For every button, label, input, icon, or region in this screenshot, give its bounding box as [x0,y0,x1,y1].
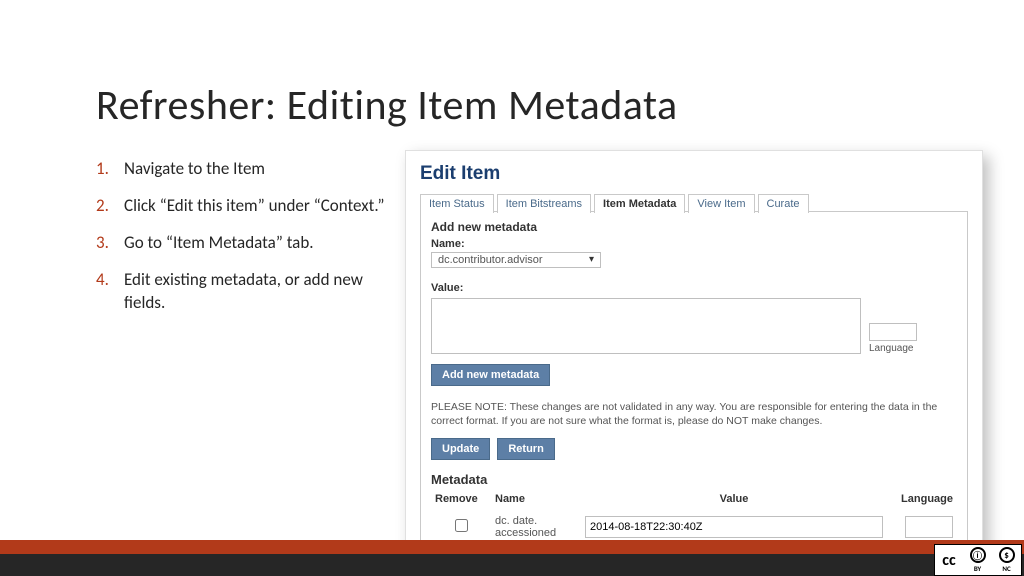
by-label: BY [974,564,981,573]
language-label: Language [869,343,917,354]
cc-logo: cc [935,545,963,575]
metadata-value-input[interactable] [431,298,861,354]
metadata-panel: Add new metadata Name: dc.contributor.ad… [420,211,968,550]
tab-item-bitstreams[interactable]: Item Bitstreams [497,194,591,213]
step-item: Click “Edit this item” under “Context.” [96,195,396,218]
language-input[interactable] [869,323,917,341]
add-metadata-heading: Add new metadata [431,220,957,234]
tab-curate[interactable]: Curate [758,194,809,213]
cc-license-badge: cc ⓘ BY $ NC [934,544,1022,576]
col-language: Language [887,489,957,513]
step-item: Go to “Item Metadata” tab. [96,232,396,255]
slide-footer: cc ⓘ BY $ NC [0,536,1024,576]
metadata-section-heading: Metadata [431,472,957,487]
slide-title: Refresher: Editing Item Metadata [96,80,678,131]
tab-view-item[interactable]: View Item [688,194,754,213]
steps-list: Navigate to the Item Click “Edit this it… [96,158,396,329]
edit-item-screenshot: Edit Item Item Status Item Bitstreams It… [405,150,983,570]
metadata-name-select[interactable]: dc.contributor.advisor [431,252,601,268]
step-item: Edit existing metadata, or add new field… [96,269,396,315]
nc-label: NC [1002,564,1010,573]
remove-checkbox[interactable] [455,519,468,532]
col-value: Value [581,489,887,513]
update-button[interactable]: Update [431,438,490,460]
edit-item-heading: Edit Item [420,163,968,185]
tab-item-metadata[interactable]: Item Metadata [594,194,685,213]
nc-icon: $ [999,547,1015,563]
tab-strip: Item Status Item Bitstreams Item Metadat… [420,193,968,212]
step-item: Navigate to the Item [96,158,396,181]
by-icon: ⓘ [970,547,986,563]
add-new-metadata-button[interactable]: Add new metadata [431,364,550,386]
return-button[interactable]: Return [497,438,554,460]
col-name: Name [491,489,581,513]
value-label: Value: [431,282,957,294]
name-label: Name: [431,238,957,250]
tab-item-status[interactable]: Item Status [420,194,494,213]
warning-note: PLEASE NOTE: These changes are not valid… [431,400,957,428]
metadata-table: Remove Name Value Language dc. date. acc… [431,489,957,541]
col-remove: Remove [431,489,491,513]
